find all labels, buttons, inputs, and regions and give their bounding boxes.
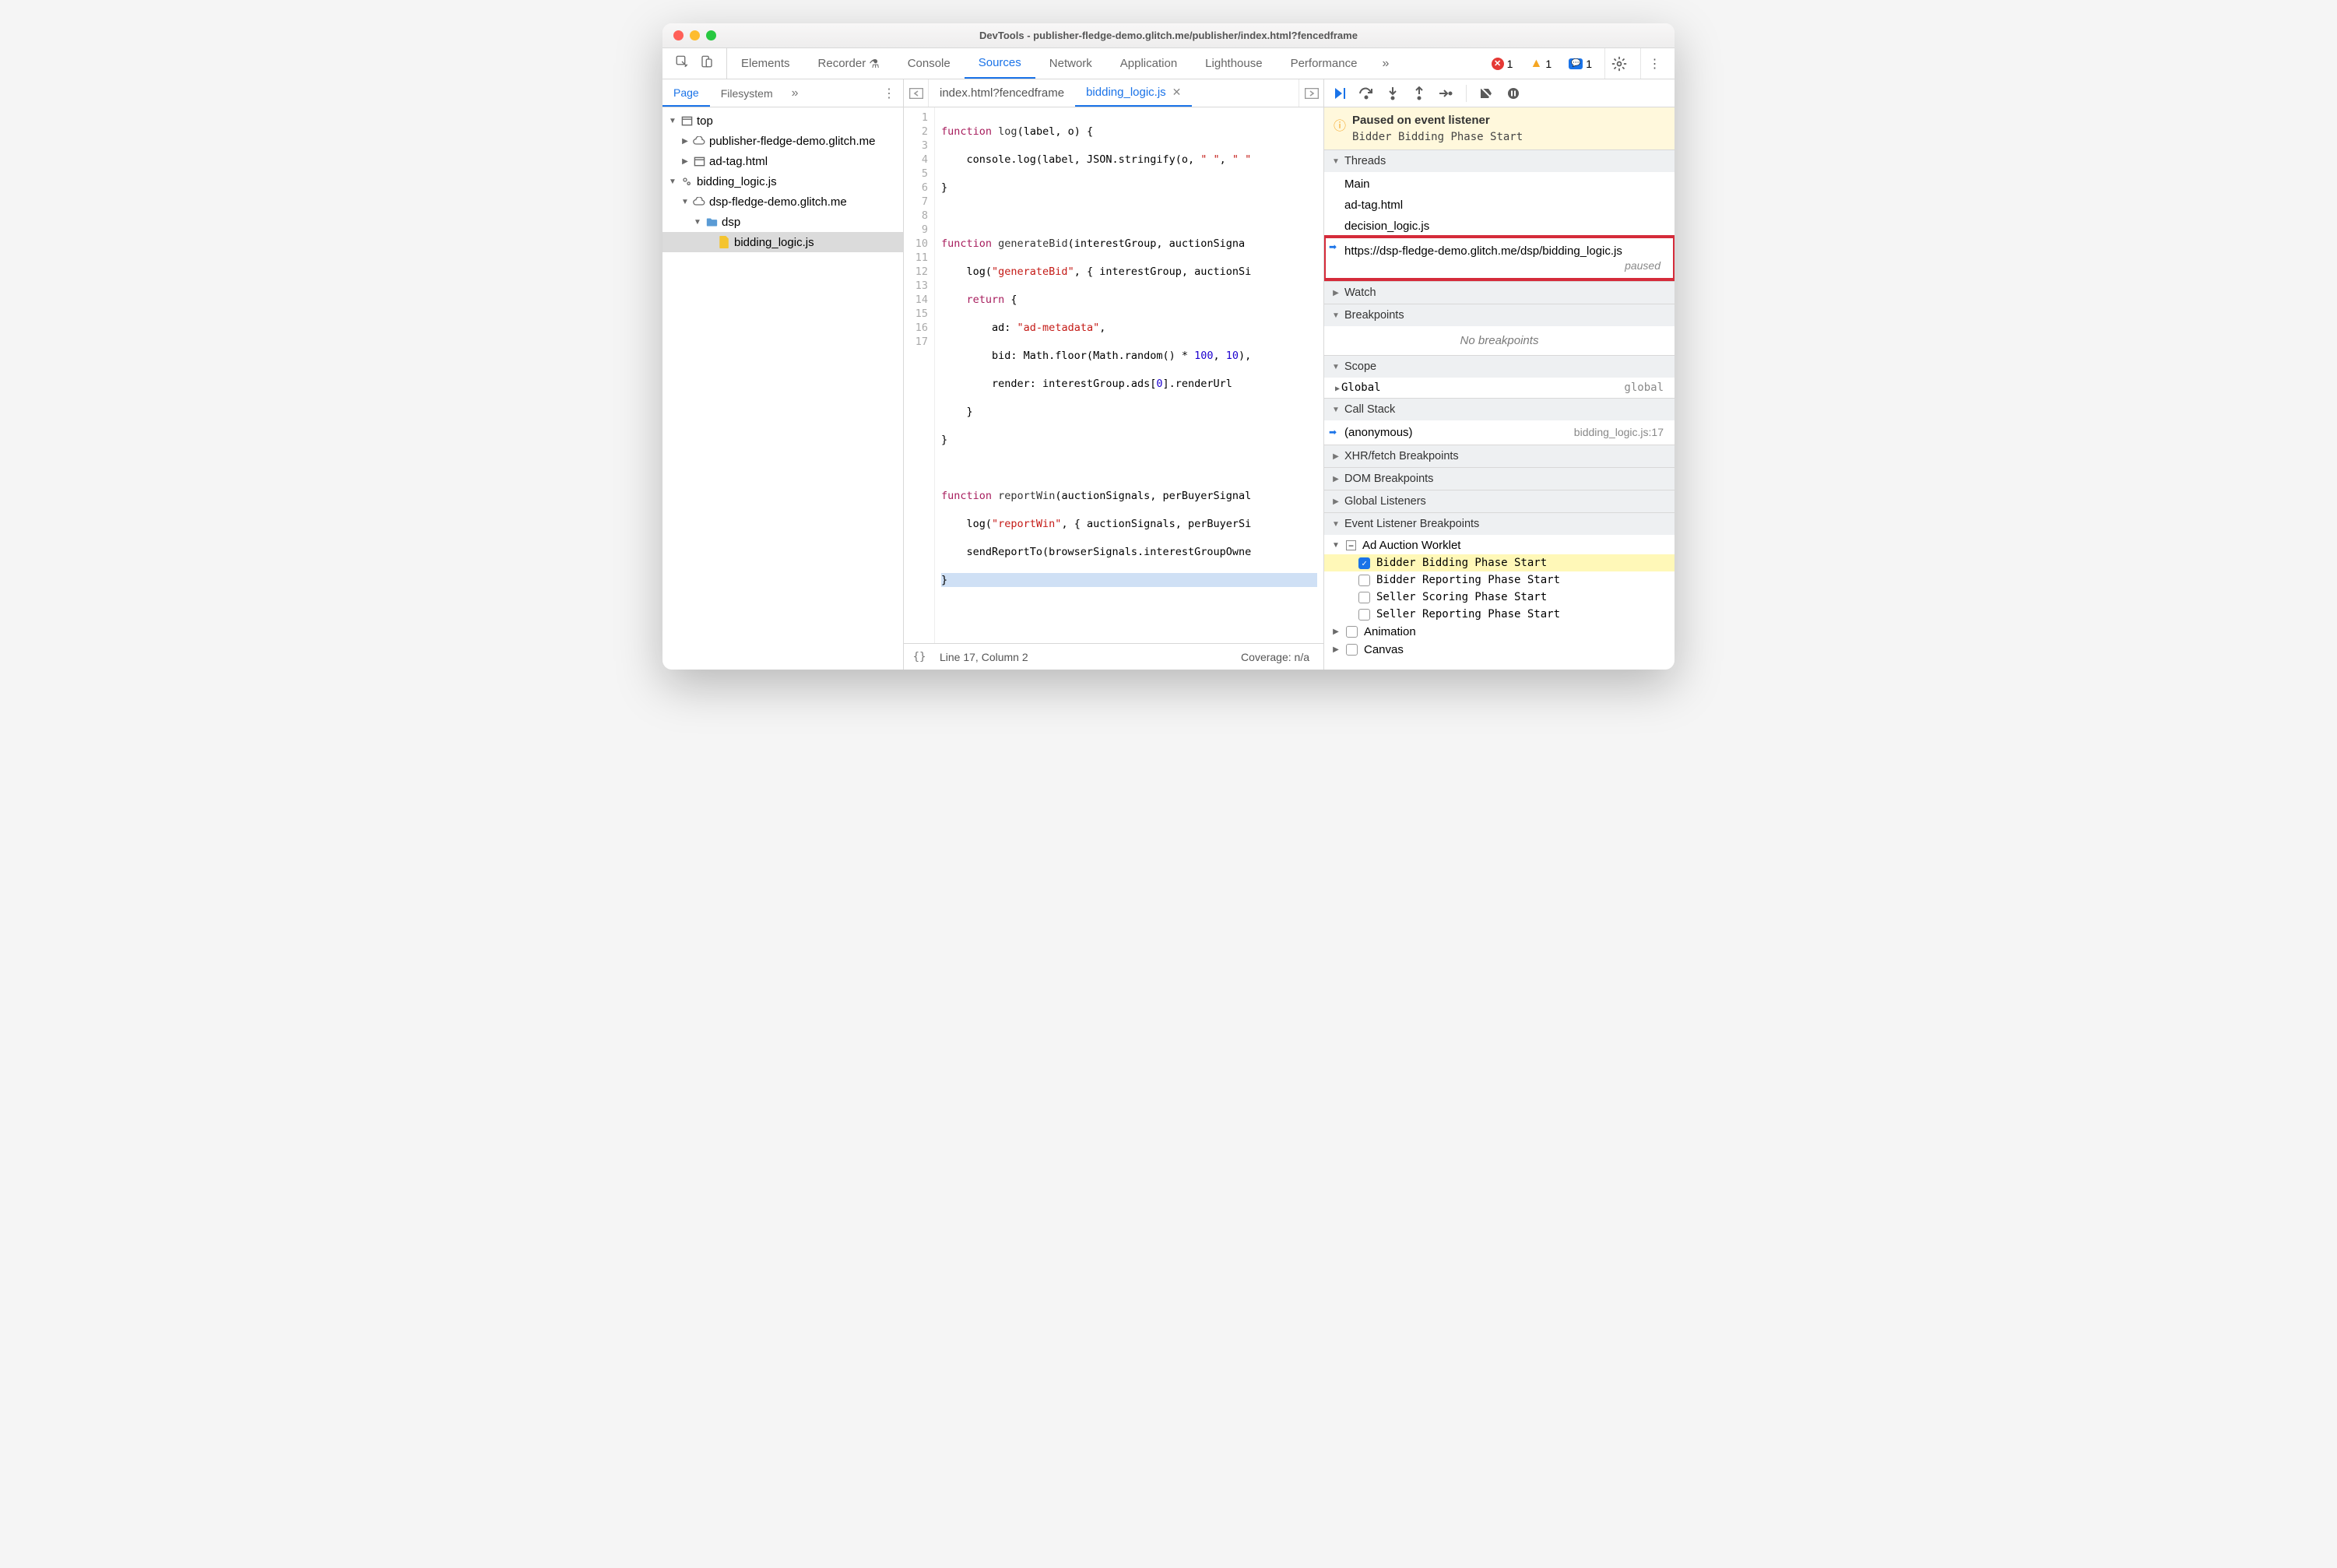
tree-adtag[interactable]: ▶ad-tag.html bbox=[662, 151, 903, 171]
xhr-header[interactable]: ▶XHR/fetch Breakpoints bbox=[1324, 445, 1675, 467]
tree-domain-publisher[interactable]: ▶publisher-fledge-demo.glitch.me bbox=[662, 131, 903, 151]
frame-icon bbox=[680, 114, 694, 128]
paused-subtitle: Bidder Bidding Phase Start bbox=[1352, 131, 1523, 143]
cursor-position: Line 17, Column 2 bbox=[935, 651, 1028, 663]
thread-adtag[interactable]: ad-tag.html bbox=[1324, 195, 1675, 216]
tree-top[interactable]: ▼top bbox=[662, 111, 903, 131]
step-into-icon[interactable] bbox=[1385, 86, 1400, 101]
editor-tab-bidding[interactable]: bidding_logic.js✕ bbox=[1075, 79, 1192, 107]
resume-icon[interactable] bbox=[1332, 86, 1348, 101]
elb-header[interactable]: ▼Event Listener Breakpoints bbox=[1324, 513, 1675, 535]
elb-bidder-bidding[interactable]: ✓Bidder Bidding Phase Start bbox=[1324, 554, 1675, 571]
kebab-menu-icon[interactable]: ⋮ bbox=[1640, 48, 1668, 79]
thread-decision[interactable]: decision_logic.js bbox=[1324, 216, 1675, 237]
watch-header[interactable]: ▶Watch bbox=[1324, 282, 1675, 304]
tab-elements[interactable]: Elements bbox=[727, 48, 804, 79]
dom-header[interactable]: ▶DOM Breakpoints bbox=[1324, 468, 1675, 490]
folder-icon bbox=[705, 215, 719, 229]
line-gutter: 1234567891011121314151617 bbox=[904, 107, 935, 643]
window-title: DevTools - publisher-fledge-demo.glitch.… bbox=[662, 30, 1675, 41]
elb-seller-scoring[interactable]: Seller Scoring Phase Start bbox=[1324, 589, 1675, 606]
pause-exceptions-icon[interactable] bbox=[1506, 86, 1521, 101]
file-tree: ▼top ▶publisher-fledge-demo.glitch.me ▶a… bbox=[662, 107, 903, 670]
editor-tab-index[interactable]: index.html?fencedframe bbox=[929, 79, 1075, 107]
tab-network[interactable]: Network bbox=[1035, 48, 1106, 79]
navigator-pane: Page Filesystem » ⋮ ▼top ▶publisher-fled… bbox=[662, 79, 904, 670]
flask-icon: ⚗ bbox=[869, 57, 879, 71]
debug-toolbar bbox=[1324, 79, 1675, 107]
elb-group-animation[interactable]: ▶Animation bbox=[1324, 623, 1675, 641]
source-text: function log(label, o) { console.log(lab… bbox=[935, 107, 1323, 643]
deactivate-breakpoints-icon[interactable] bbox=[1479, 86, 1495, 101]
paused-banner: ⓘ Paused on event listener Bidder Biddin… bbox=[1324, 107, 1675, 149]
frame-icon bbox=[692, 154, 706, 168]
pretty-print-icon[interactable]: {} bbox=[904, 651, 935, 663]
minimize-icon[interactable] bbox=[690, 30, 700, 40]
inspect-icon[interactable] bbox=[675, 54, 689, 72]
tree-folder-dsp[interactable]: ▼dsp bbox=[662, 212, 903, 232]
info-icon: ⓘ bbox=[1334, 115, 1346, 134]
more-tabs-icon[interactable]: » bbox=[784, 79, 807, 107]
tree-bidding-root[interactable]: ▼bidding_logic.js bbox=[662, 171, 903, 192]
cloud-icon bbox=[692, 195, 706, 209]
zoom-icon[interactable] bbox=[706, 30, 716, 40]
scope-global[interactable]: ▶Globalglobal bbox=[1324, 379, 1675, 396]
breakpoints-header[interactable]: ▼Breakpoints bbox=[1324, 304, 1675, 326]
step-over-icon[interactable] bbox=[1358, 86, 1374, 101]
tab-application[interactable]: Application bbox=[1106, 48, 1191, 79]
filesystem-tab[interactable]: Filesystem bbox=[710, 79, 784, 107]
step-out-icon[interactable] bbox=[1411, 86, 1427, 101]
elb-bidder-reporting[interactable]: Bidder Reporting Phase Start bbox=[1324, 571, 1675, 589]
step-icon[interactable] bbox=[1438, 86, 1453, 101]
global-listeners-header[interactable]: ▶Global Listeners bbox=[1324, 490, 1675, 512]
traffic-lights bbox=[673, 30, 716, 40]
more-tabs-icon[interactable]: » bbox=[1371, 48, 1400, 79]
callstack-item[interactable]: (anonymous)bidding_logic.js:17 bbox=[1324, 422, 1675, 443]
gears-icon bbox=[680, 174, 694, 188]
device-icon[interactable] bbox=[700, 54, 714, 72]
issue-count[interactable]: 💬1 bbox=[1564, 56, 1597, 72]
elb-seller-reporting[interactable]: Seller Reporting Phase Start bbox=[1324, 606, 1675, 623]
settings-icon[interactable] bbox=[1604, 48, 1632, 79]
page-tab[interactable]: Page bbox=[662, 79, 710, 107]
close-tab-icon[interactable]: ✕ bbox=[1172, 86, 1182, 99]
error-count[interactable]: ✕1 bbox=[1487, 56, 1518, 72]
tab-performance[interactable]: Performance bbox=[1277, 48, 1372, 79]
js-file-icon bbox=[717, 235, 731, 249]
cloud-icon bbox=[692, 134, 706, 148]
elb-group-canvas[interactable]: ▶Canvas bbox=[1324, 641, 1675, 659]
editor-footer: {} Line 17, Column 2 Coverage: n/a bbox=[904, 643, 1323, 670]
coverage-label: Coverage: n/a bbox=[1241, 651, 1323, 663]
thread-main[interactable]: Main bbox=[1324, 174, 1675, 195]
next-file-icon[interactable] bbox=[1299, 79, 1323, 107]
navigator-menu-icon[interactable]: ⋮ bbox=[875, 79, 903, 107]
panel-tabs: Elements Recorder ⚗ Console Sources Netw… bbox=[727, 48, 1487, 79]
prev-file-icon[interactable] bbox=[904, 79, 929, 107]
devtools-window: DevTools - publisher-fledge-demo.glitch.… bbox=[662, 23, 1675, 670]
titlebar: DevTools - publisher-fledge-demo.glitch.… bbox=[662, 23, 1675, 48]
thread-bidding[interactable]: https://dsp-fledge-demo.glitch.me/dsp/bi… bbox=[1324, 237, 1675, 279]
tab-lighthouse[interactable]: Lighthouse bbox=[1191, 48, 1276, 79]
close-icon[interactable] bbox=[673, 30, 684, 40]
code-editor[interactable]: 1234567891011121314151617 function log(l… bbox=[904, 107, 1323, 643]
no-breakpoints: No breakpoints bbox=[1324, 328, 1675, 353]
scope-header[interactable]: ▼Scope bbox=[1324, 356, 1675, 378]
tab-sources[interactable]: Sources bbox=[965, 48, 1035, 79]
debugger-pane: ⓘ Paused on event listener Bidder Biddin… bbox=[1324, 79, 1675, 670]
editor-pane: index.html?fencedframe bidding_logic.js✕… bbox=[904, 79, 1324, 670]
paused-title: Paused on event listener bbox=[1352, 114, 1490, 127]
tree-domain-dsp[interactable]: ▼dsp-fledge-demo.glitch.me bbox=[662, 192, 903, 212]
main-toolbar: Elements Recorder ⚗ Console Sources Netw… bbox=[662, 48, 1675, 79]
tab-console[interactable]: Console bbox=[894, 48, 965, 79]
tree-file-bidding[interactable]: bidding_logic.js bbox=[662, 232, 903, 252]
tab-recorder[interactable]: Recorder ⚗ bbox=[804, 48, 894, 79]
threads-header[interactable]: ▼Threads bbox=[1324, 150, 1675, 172]
elb-group-ad-auction[interactable]: ▼−Ad Auction Worklet bbox=[1324, 536, 1675, 554]
thread-status: paused bbox=[1344, 259, 1667, 272]
warning-count[interactable]: ▲1 bbox=[1525, 56, 1556, 72]
callstack-header[interactable]: ▼Call Stack bbox=[1324, 399, 1675, 420]
